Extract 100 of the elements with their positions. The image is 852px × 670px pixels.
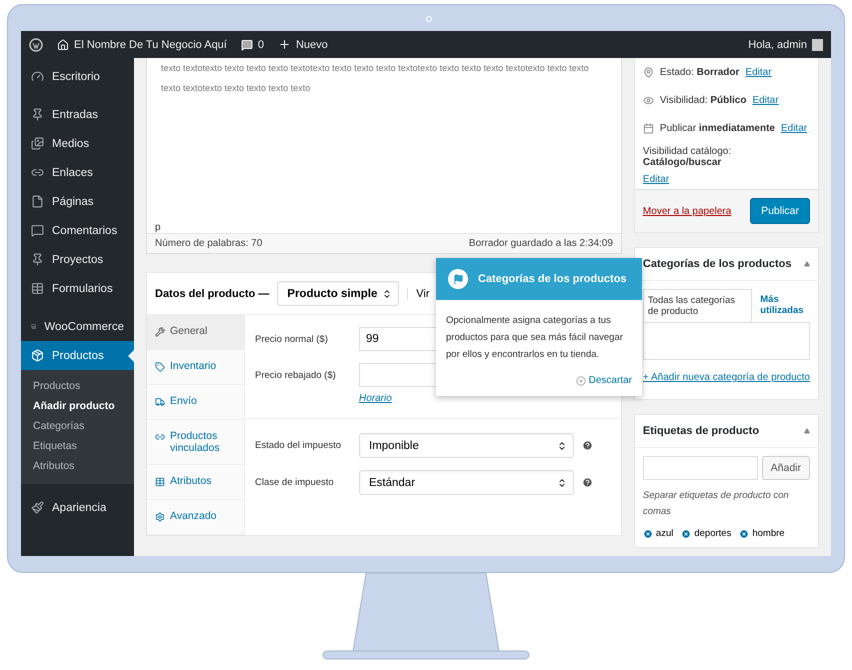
editor-text: texto textotexto texto texto texto texto (161, 82, 310, 95)
menu-item[interactable]: Escritorio (21, 62, 134, 91)
updown-icon (382, 288, 392, 298)
editor-text: texto textotexto texto texto texto textotexto texto texto texto textotexto texto texto texto textotexto texto texto (161, 62, 589, 75)
settings-icon (155, 512, 165, 522)
edit-link[interactable]: Editar (752, 94, 779, 106)
add-tag-button[interactable]: Añadir (762, 456, 810, 480)
help-icon (582, 477, 593, 488)
comments-link[interactable]: 0 (240, 38, 264, 50)
product-tab[interactable]: Productos vinculados (147, 420, 244, 465)
updown-icon (557, 440, 567, 450)
product-type-select[interactable]: Producto simple (277, 281, 400, 306)
collapse-icon[interactable] (804, 261, 810, 267)
pin-icon (31, 108, 44, 121)
category-tab[interactable]: Más utilizadas (756, 289, 810, 321)
avatar-icon (812, 38, 823, 50)
logo-icon (29, 38, 43, 52)
tag-item[interactable]: azul (642, 528, 674, 539)
menu-item[interactable]: Enlaces (21, 158, 134, 187)
trash-link[interactable]: Mover a la papelera (642, 206, 732, 216)
menu-item[interactable]: Apariencia (21, 493, 134, 522)
brush-icon (31, 501, 44, 514)
page-icon (31, 195, 44, 208)
product-tab[interactable]: Inventario (147, 350, 244, 385)
account-link[interactable]: Hola, admin (748, 38, 823, 50)
images-icon (31, 137, 44, 150)
save-status: Borrador guardado a las 2:34:09 (468, 238, 613, 249)
truck-icon (155, 397, 165, 407)
panel-title: Datos del producto — (155, 288, 270, 300)
comment-icon (240, 38, 253, 50)
table-icon (155, 477, 165, 487)
edit-link[interactable]: Editar (745, 66, 772, 78)
box-title: Etiquetas de producto (642, 425, 760, 437)
remove-icon[interactable] (739, 528, 750, 538)
tag-icon (155, 362, 165, 372)
submenu-item[interactable]: Categorías (21, 416, 134, 436)
tags-hint: Separar etiquetas de producto con comas (642, 489, 790, 519)
menu-item[interactable]: Comentarios (21, 216, 134, 245)
home-icon (57, 38, 69, 50)
menu-item[interactable]: Páginas (21, 187, 134, 216)
table-icon (31, 282, 44, 295)
field-label: Precio normal ($) (255, 333, 329, 345)
word-count: Número de palabras: 70 (155, 238, 262, 249)
dismiss-link[interactable]: Descartar (436, 375, 642, 396)
tooltip-title: Categorías de los productos (478, 273, 627, 285)
updown-icon (557, 478, 567, 488)
close-icon (576, 376, 586, 386)
submenu-item[interactable]: Etiquetas (21, 436, 134, 456)
camera-dot (426, 16, 432, 22)
product-tab[interactable]: Atributos (147, 465, 244, 500)
calendar-icon (642, 122, 654, 134)
collapse-icon[interactable] (804, 428, 810, 434)
submenu-item[interactable]: Añadir producto (21, 396, 134, 416)
tax-select[interactable]: Estándar (359, 470, 574, 495)
tag-item[interactable]: deportes (681, 528, 732, 539)
comment-icon (31, 224, 44, 237)
menu-item[interactable]: Entradas (21, 100, 134, 129)
element-path: p (154, 222, 162, 233)
remove-icon[interactable] (642, 528, 653, 538)
product-tab[interactable]: Avanzado (147, 500, 244, 535)
status-text: Publicar inmediatamente (660, 122, 775, 134)
help-icon (582, 440, 593, 451)
schedule-link[interactable]: Horario (359, 393, 549, 404)
edit-link[interactable]: Editar (642, 174, 670, 185)
status-text: Visibilidad catálogo: Catálogo/buscar (642, 146, 732, 168)
box-icon (31, 349, 44, 362)
menu-item[interactable]: Productos (21, 341, 134, 370)
gauge-icon (31, 70, 44, 83)
tooltip-text: Opcionalmente asigna categorías a tus productos para que sea más fácil navegar por ellos y encontrarlos en tu tienda. (445, 314, 624, 362)
field-label: Estado del impuesto (255, 440, 342, 451)
option-label: Vir (407, 288, 430, 300)
box-title: Categorías de los productos (642, 258, 792, 270)
menu-item[interactable]: Proyectos (21, 245, 134, 274)
menu-item[interactable]: WooCommerce (21, 312, 134, 341)
status-text: Visibilidad: Público (660, 94, 746, 106)
flag-icon (448, 269, 468, 289)
remove-icon[interactable] (681, 528, 692, 538)
product-tab[interactable]: Envío (147, 385, 244, 420)
product-tab[interactable]: General (147, 315, 244, 350)
field-label: Precio rebajado ($) (255, 369, 337, 381)
category-tab[interactable]: Todas las categorías de producto (642, 289, 752, 322)
pin-icon (31, 253, 44, 266)
tax-select[interactable]: Imponible (359, 433, 574, 458)
link-icon (155, 432, 165, 442)
status-text: Estado: Borrador (660, 66, 740, 78)
menu-item[interactable]: Medios (21, 129, 134, 158)
pin-icon (642, 66, 654, 78)
publish-button[interactable]: Publicar (750, 198, 810, 224)
edit-link[interactable]: Editar (780, 122, 808, 134)
tag-input[interactable] (642, 456, 758, 480)
submenu-item[interactable]: Productos (21, 376, 134, 396)
submenu-item[interactable]: Atributos (21, 456, 134, 476)
tag-item[interactable]: hombre (739, 528, 785, 539)
field-label: Clase de impuesto (255, 477, 335, 488)
wrench-icon (155, 327, 165, 337)
site-link[interactable]: El Nombre De Tu Negocio Aquí (57, 38, 227, 50)
add-category-link[interactable]: + Añadir nueva categoría de producto (642, 368, 810, 391)
menu-item[interactable]: Formularios (21, 274, 134, 303)
plus-icon (278, 38, 291, 51)
new-link[interactable]: Nuevo (278, 38, 328, 51)
